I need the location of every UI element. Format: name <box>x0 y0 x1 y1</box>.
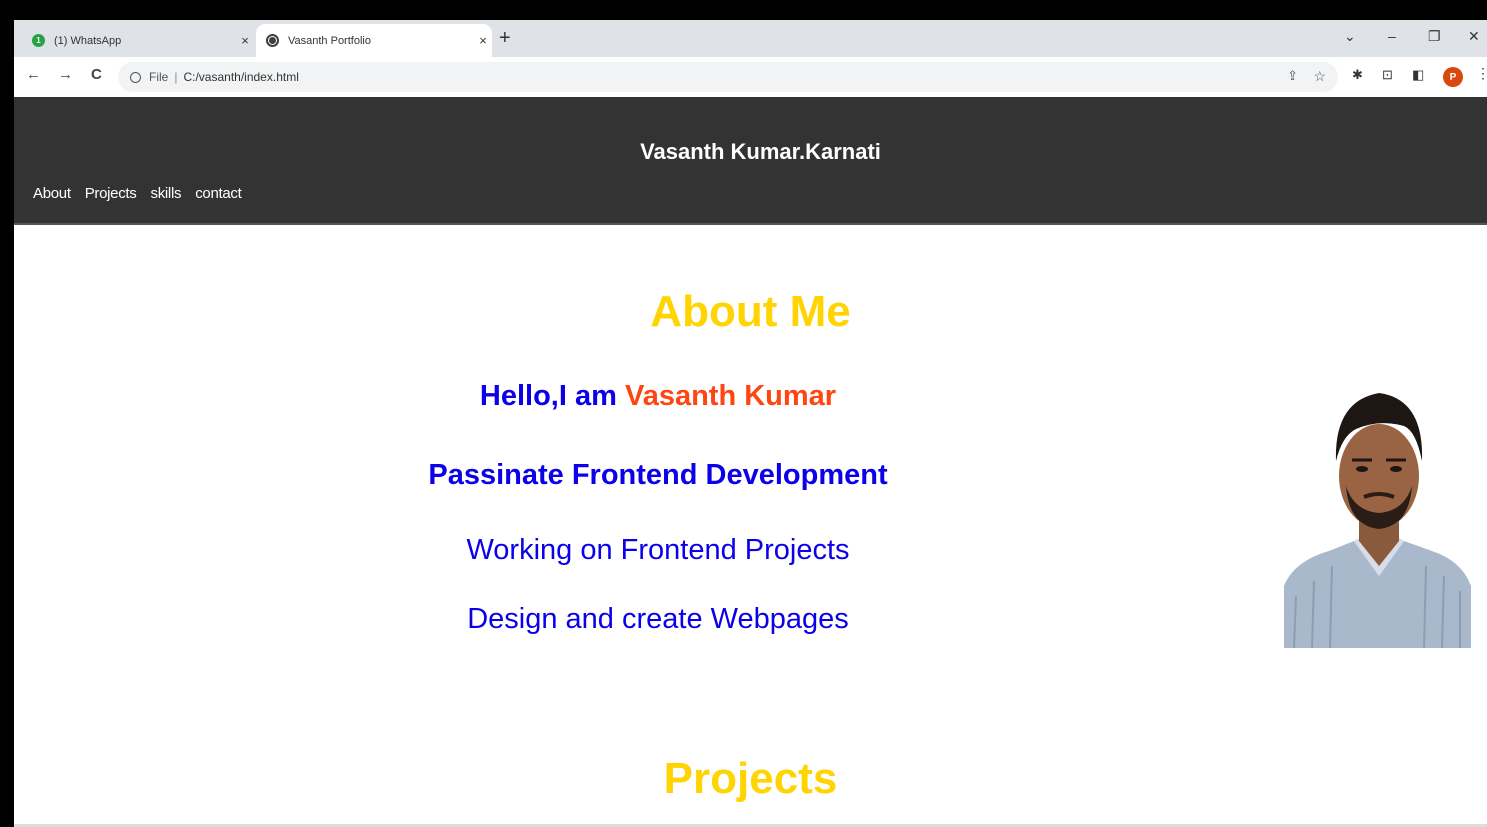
address-path: C:/vasanth/index.html <box>183 70 299 84</box>
tab-title: (1) WhatsApp <box>54 34 122 47</box>
greeting: Hello,I am Vasanth Kumar <box>14 380 1302 413</box>
browser-toolbar: ← → C File | C:/vasanth/index.html ⇪ ☆ ✱… <box>14 57 1487 97</box>
back-icon[interactable]: ← <box>26 66 41 83</box>
nav-link-contact[interactable]: contact <box>195 185 242 202</box>
about-heading-text: About Me <box>650 287 851 336</box>
nav-link-projects[interactable]: Projects <box>85 185 137 202</box>
extensions-icon[interactable]: ✱ <box>1352 67 1363 83</box>
forward-icon[interactable]: → <box>58 66 73 83</box>
menu-icon[interactable]: ⋮ <box>1476 65 1487 82</box>
new-tab-icon[interactable]: + <box>499 27 511 50</box>
tab-strip: 1 (1) WhatsApp × Vasanth Portfolio × + ⌄… <box>14 20 1487 57</box>
greeting-name: Vasanth Kumar <box>624 380 837 412</box>
projects-heading: Projects <box>663 754 838 803</box>
screen: 1 (1) WhatsApp × Vasanth Portfolio × + ⌄… <box>0 0 1487 827</box>
tab-vasanth-portfolio[interactable]: Vasanth Portfolio × <box>256 24 492 57</box>
about-line-projects: Working on Frontend Projects <box>466 534 850 566</box>
site-info-icon[interactable] <box>130 71 141 83</box>
role-text: Passinate Frontend Development <box>428 459 888 491</box>
tab-search-icon[interactable]: ⌄ <box>1344 28 1356 45</box>
site-header: Vasanth Kumar.Karnati About Projects ski… <box>14 97 1487 225</box>
minimize-icon[interactable]: – <box>1388 28 1396 44</box>
share-icon[interactable]: ⇪ <box>1287 68 1298 84</box>
site-nav: About Projects skills contact <box>33 185 242 202</box>
about-line-webpages: Design and create Webpages <box>467 603 849 635</box>
globe-favicon-icon <box>266 34 279 47</box>
address-separator: | <box>174 70 178 84</box>
browser-window: 1 (1) WhatsApp × Vasanth Portfolio × + ⌄… <box>14 20 1487 827</box>
tab-whatsapp[interactable]: 1 (1) WhatsApp × <box>24 24 254 57</box>
whatsapp-favicon-icon: 1 <box>32 34 45 47</box>
greeting-prefix: Hello,I am <box>479 380 625 412</box>
address-scheme: File <box>149 70 169 84</box>
tab-close-icon[interactable]: × <box>474 33 492 48</box>
restore-icon[interactable]: ❐ <box>1428 28 1441 45</box>
site-title: Vasanth Kumar.Karnati <box>640 139 881 164</box>
about-heading: About Me <box>14 287 1487 337</box>
nav-link-skills[interactable]: skills <box>151 185 182 202</box>
save-icon[interactable]: ⊡ <box>1382 67 1393 83</box>
close-window-icon[interactable]: ✕ <box>1468 28 1480 45</box>
tab-title: Vasanth Portfolio <box>288 34 371 47</box>
address-bar[interactable]: File | C:/vasanth/index.html ⇪ ☆ <box>118 62 1338 92</box>
sidepanel-icon[interactable]: ◧ <box>1412 67 1424 83</box>
profile-photo <box>1284 381 1471 648</box>
reload-icon[interactable]: C <box>91 66 102 83</box>
star-icon[interactable]: ☆ <box>1313 68 1326 85</box>
nav-link-about[interactable]: About <box>33 185 71 202</box>
page-content: Vasanth Kumar.Karnati About Projects ski… <box>14 97 1487 827</box>
profile-avatar[interactable]: P <box>1443 67 1463 87</box>
tab-close-icon[interactable]: × <box>236 33 254 48</box>
